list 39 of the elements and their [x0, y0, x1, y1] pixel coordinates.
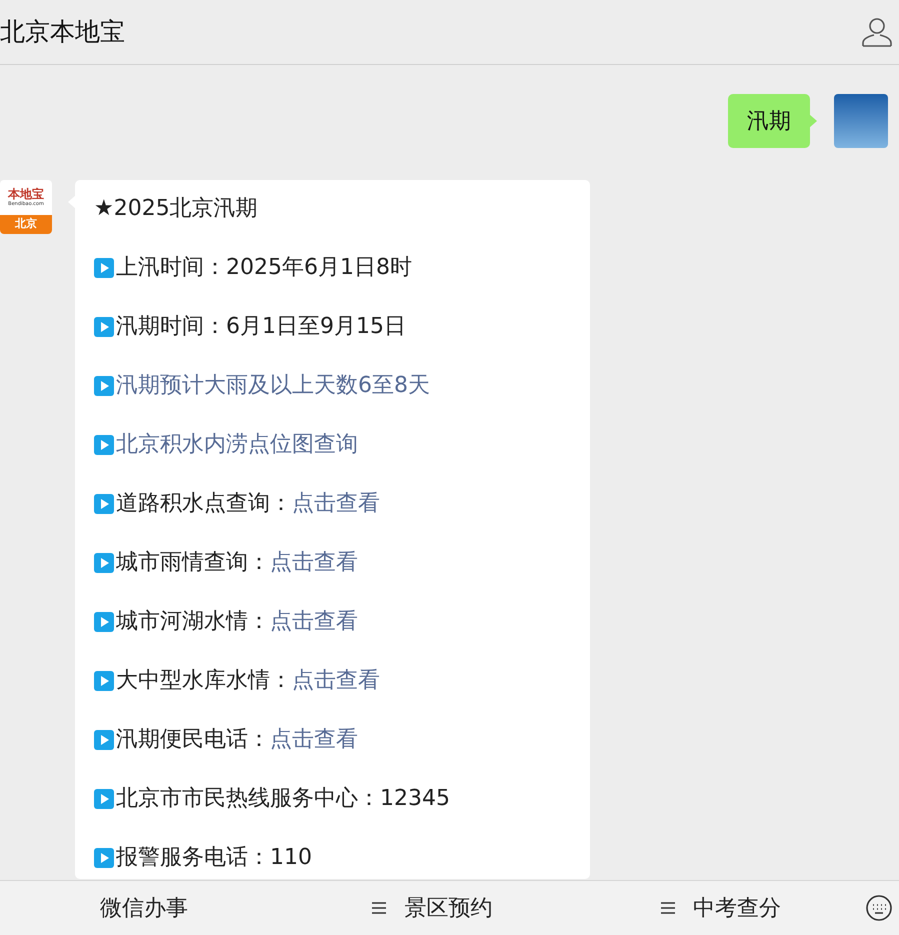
- view-link[interactable]: 点击查看: [292, 489, 380, 519]
- info-label: 大中型水库水情：: [116, 667, 292, 695]
- info-label: 道路积水点查询：: [116, 490, 292, 518]
- play-icon: [94, 494, 114, 514]
- play-icon: [94, 435, 114, 455]
- card-title: ★2025北京汛期: [94, 195, 259, 223]
- info-line: 报警服务电话：110: [116, 844, 312, 872]
- menu-tab[interactable]: 中考查分: [576, 892, 865, 924]
- play-icon: [94, 671, 114, 691]
- logo-city: 北京: [0, 215, 52, 234]
- menu-tab[interactable]: 景区预约: [288, 892, 577, 924]
- view-link[interactable]: 点击查看: [292, 666, 380, 696]
- avatar: [834, 94, 888, 148]
- info-line: 上汛时间：2025年6月1日8时: [116, 254, 412, 282]
- play-icon: [94, 612, 114, 632]
- info-label: 汛期便民电话：: [116, 726, 270, 754]
- play-icon: [94, 258, 114, 278]
- view-link[interactable]: 点击查看: [270, 548, 358, 578]
- play-icon: [94, 317, 114, 337]
- play-icon: [94, 848, 114, 868]
- info-label: 城市雨情查询：: [116, 549, 270, 577]
- chat-title: 北京本地宝: [0, 16, 125, 48]
- info-link[interactable]: 汛期预计大雨及以上天数6至8天: [116, 371, 430, 401]
- info-label: 城市河湖水情：: [116, 608, 270, 636]
- menu-tab[interactable]: 微信办事: [0, 892, 288, 924]
- bubble-tail: [809, 114, 817, 128]
- info-link[interactable]: 北京积水内涝点位图查询: [116, 430, 358, 460]
- info-line: 北京市市民热线服务中心：12345: [116, 785, 450, 813]
- logo-text: 本地宝: [8, 188, 44, 201]
- play-icon: [94, 376, 114, 396]
- user-icon[interactable]: [861, 16, 893, 48]
- message-bubble: 汛期: [728, 94, 810, 148]
- info-line: 汛期时间：6月1日至9月15日: [116, 313, 406, 341]
- view-link[interactable]: 点击查看: [270, 725, 358, 755]
- view-link[interactable]: 点击查看: [270, 607, 358, 637]
- play-icon: [94, 789, 114, 809]
- play-icon: [94, 553, 114, 573]
- keyboard-icon[interactable]: [864, 894, 893, 922]
- play-icon: [94, 730, 114, 750]
